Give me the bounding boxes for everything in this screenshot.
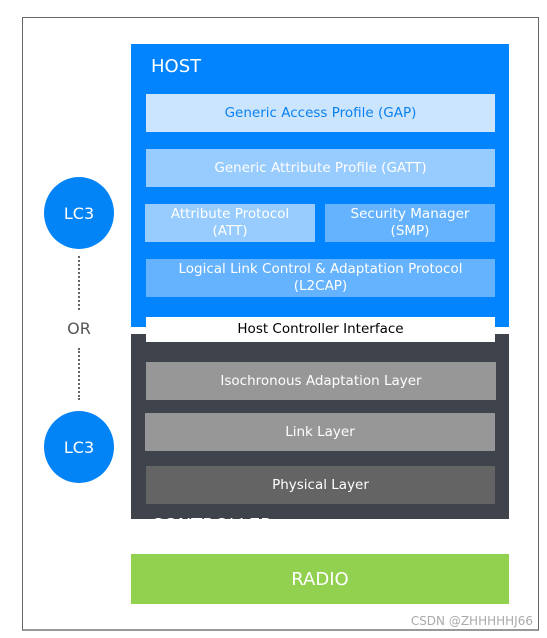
link-layer: Link Layer [145, 413, 495, 451]
gap-layer: Generic Access Profile (GAP) [146, 94, 495, 132]
lc3-circle-bottom: LC3 [44, 411, 114, 483]
dotted-connector [78, 256, 80, 310]
gatt-layer: Generic Attribute Profile (GATT) [146, 149, 495, 187]
l2cap-layer: Logical Link Control & Adaptation Protoc… [146, 259, 495, 297]
watermark: CSDN @ZHHHHHJ66 [410, 614, 533, 628]
lc3-circle-top: LC3 [44, 177, 114, 249]
att-layer: Attribute Protocol (ATT) [145, 204, 315, 242]
radio-block: RADIO [131, 554, 509, 604]
dotted-connector [78, 348, 80, 400]
physical-layer: Physical Layer [146, 466, 495, 504]
isochronous-adaptation-layer: Isochronous Adaptation Layer [146, 362, 496, 400]
or-label: OR [67, 319, 91, 338]
controller-title: CONTROLLER [151, 515, 273, 536]
smp-layer: Security Manager (SMP) [325, 204, 495, 242]
host-title: HOST [151, 56, 202, 77]
hci-layer: Host Controller Interface [146, 317, 495, 342]
